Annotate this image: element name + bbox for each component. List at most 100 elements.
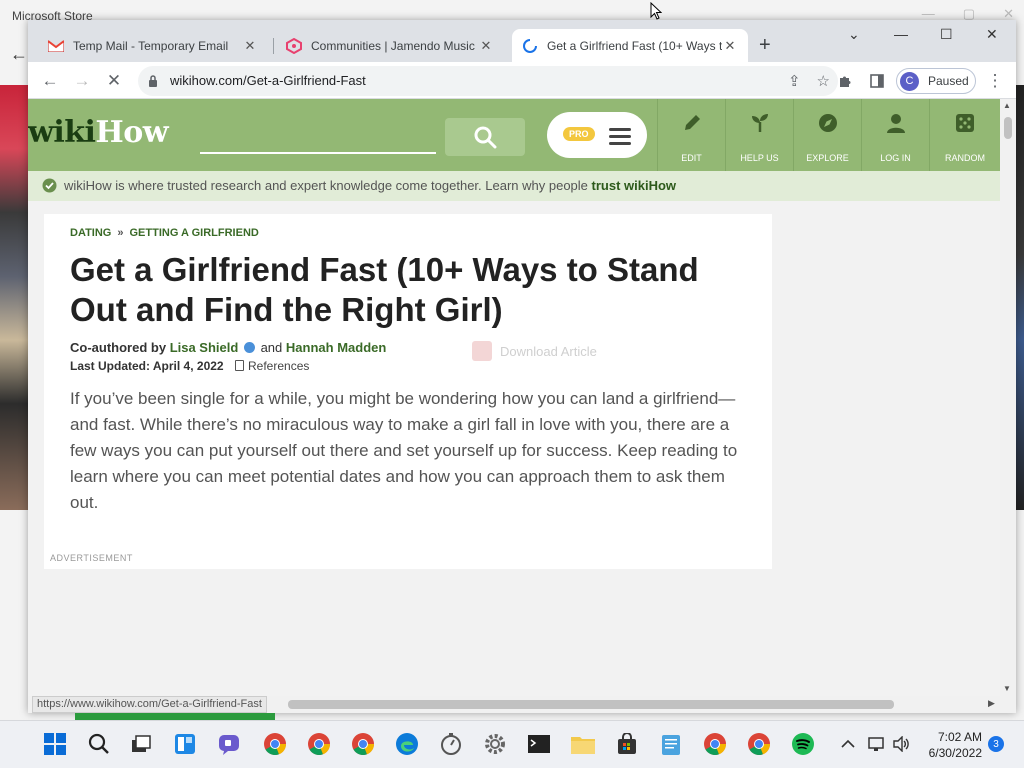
browser-toolbar: ← → ✕ wikihow.com/Get-a-Girlfriend-Fast … bbox=[28, 62, 1016, 99]
scroll-up-arrow-icon[interactable]: ▲ bbox=[1003, 101, 1011, 110]
close-window-icon[interactable]: ✕ bbox=[986, 26, 998, 43]
scroll-right-arrow-icon[interactable]: ▶ bbox=[988, 698, 995, 709]
wikihow-logo[interactable]: wikiHow bbox=[28, 115, 169, 150]
last-updated: Last Updated: April 4, 2022 bbox=[70, 359, 224, 373]
widgets-icon[interactable] bbox=[172, 731, 198, 757]
verified-badge-icon bbox=[243, 342, 255, 353]
extensions-puzzle-icon[interactable] bbox=[833, 69, 857, 93]
bookmark-star-icon[interactable]: ☆ bbox=[817, 72, 830, 90]
download-article-button[interactable]: Download Article bbox=[472, 341, 597, 361]
side-panel-icon[interactable] bbox=[865, 69, 889, 93]
notepad-icon[interactable] bbox=[658, 731, 684, 757]
advertisement-label: ADVERTISEMENT bbox=[50, 553, 133, 563]
notification-badge[interactable]: 3 bbox=[988, 736, 1004, 752]
back-button[interactable]: ← bbox=[38, 69, 62, 93]
stopwatch-app-icon[interactable] bbox=[438, 731, 464, 757]
system-clock[interactable]: 7:02 AM 6/30/2022 bbox=[920, 729, 982, 761]
profile-status: Paused bbox=[928, 74, 969, 88]
hover-url: https://www.wikihow.com/Get-a-Girlfriend… bbox=[32, 696, 267, 713]
references-link[interactable]: References bbox=[235, 359, 309, 373]
nav-random[interactable]: RANDOM bbox=[929, 99, 1000, 171]
pro-menu-button[interactable]: PRO bbox=[547, 112, 647, 158]
teams-chat-icon[interactable] bbox=[216, 731, 242, 757]
tab-separator bbox=[273, 38, 274, 54]
store-app-thumbnails-right bbox=[1016, 85, 1024, 510]
breadcrumb-getting-a-girlfriend[interactable]: GETTING A GIRLFRIEND bbox=[129, 227, 258, 239]
pencil-icon bbox=[681, 111, 703, 135]
minimize-icon[interactable]: — bbox=[894, 26, 908, 42]
new-tab-button[interactable]: + bbox=[759, 35, 771, 55]
edge-icon[interactable] bbox=[394, 731, 420, 757]
clock-time: 7:02 AM bbox=[937, 730, 982, 744]
search-icon[interactable] bbox=[86, 731, 112, 757]
menu-kebab-icon[interactable]: ⋮ bbox=[983, 69, 1007, 93]
tab-title: Temp Mail - Temporary Email bbox=[73, 38, 229, 53]
trust-banner: wikiHow is where trusted research and ex… bbox=[28, 171, 1000, 201]
lock-icon[interactable] bbox=[148, 74, 158, 92]
windows-start-icon[interactable] bbox=[42, 731, 68, 757]
share-icon[interactable]: ⇪ bbox=[788, 72, 801, 90]
task-view-icon[interactable] bbox=[128, 731, 154, 757]
search-button[interactable] bbox=[445, 118, 525, 156]
pro-badge: PRO bbox=[563, 127, 595, 141]
vertical-scrollbar[interactable]: ▲ ▼ bbox=[1000, 99, 1016, 696]
store-bag-icon[interactable] bbox=[614, 731, 640, 757]
close-tab-icon[interactable]: ✕ bbox=[722, 38, 738, 54]
user-icon bbox=[885, 111, 907, 135]
nav-help-us[interactable]: HELP US bbox=[725, 99, 793, 171]
maximize-icon[interactable]: ☐ bbox=[940, 26, 953, 43]
nav-explore[interactable]: EXPLORE bbox=[793, 99, 861, 171]
search-input[interactable] bbox=[200, 152, 436, 154]
check-circle-icon bbox=[42, 178, 57, 198]
trust-text: wikiHow is where trusted research and ex… bbox=[64, 178, 677, 193]
settings-gear-icon[interactable] bbox=[482, 731, 508, 757]
back-arrow-icon[interactable]: ← bbox=[10, 44, 28, 65]
horizontal-scrollbar-thumb[interactable] bbox=[288, 700, 894, 709]
spotify-icon[interactable] bbox=[790, 731, 816, 757]
search-icon bbox=[474, 126, 497, 149]
volume-icon[interactable] bbox=[890, 731, 912, 757]
profile-button[interactable]: C Paused bbox=[896, 68, 976, 94]
author-link[interactable]: Hannah Madden bbox=[286, 340, 386, 355]
stop-loading-button[interactable]: ✕ bbox=[102, 69, 126, 93]
address-bar[interactable]: wikihow.com/Get-a-Girlfriend-Fast ⇪ ☆ bbox=[138, 66, 838, 96]
jamendo-icon bbox=[286, 37, 302, 54]
chevron-up-icon[interactable] bbox=[838, 731, 858, 757]
nav-log-in[interactable]: LOG IN bbox=[861, 99, 929, 171]
avatar: C bbox=[900, 71, 919, 91]
tab-wikihow-active[interactable]: Get a Girlfriend Fast (10+ Ways t ✕ bbox=[512, 29, 748, 62]
terminal-icon[interactable] bbox=[526, 731, 552, 757]
scroll-down-arrow-icon[interactable]: ▼ bbox=[1003, 684, 1011, 693]
breadcrumb: DATING» GETTING A GIRLFRIEND bbox=[70, 227, 259, 239]
dice-icon bbox=[955, 111, 975, 135]
chrome-profile-icon[interactable] bbox=[306, 731, 332, 757]
tab-jamendo[interactable]: Communities | Jamendo Music | F ✕ bbox=[276, 29, 504, 62]
scrollbar-thumb[interactable] bbox=[1004, 117, 1012, 139]
chrome-icon[interactable] bbox=[262, 731, 288, 757]
book-icon bbox=[235, 360, 244, 371]
network-icon[interactable] bbox=[866, 731, 888, 757]
tab-strip: Temp Mail - Temporary Email ✕ Communitie… bbox=[28, 20, 1016, 62]
byline: Co-authored by Lisa Shield and Hannah Ma… bbox=[70, 340, 387, 355]
trust-wikihow-link[interactable]: trust wikiHow bbox=[592, 178, 677, 193]
url-text[interactable]: wikihow.com/Get-a-Girlfriend-Fast bbox=[170, 73, 366, 88]
chrome-profile-icon[interactable] bbox=[702, 731, 728, 757]
tab-search-chevron-icon[interactable]: ⌄ bbox=[848, 26, 860, 43]
chrome-icon[interactable] bbox=[746, 731, 772, 757]
tab-temp-mail[interactable]: Temp Mail - Temporary Email ✕ bbox=[38, 29, 268, 62]
chrome-profile-icon[interactable] bbox=[350, 731, 376, 757]
loading-spinner-icon bbox=[522, 38, 538, 54]
taskbar: 7:02 AM 6/30/2022 3 bbox=[0, 720, 1024, 768]
breadcrumb-dating[interactable]: DATING bbox=[70, 227, 111, 239]
store-app-thumbnails bbox=[0, 85, 28, 510]
sprout-icon bbox=[749, 111, 771, 135]
mouse-cursor-icon bbox=[650, 1, 663, 25]
nav-edit[interactable]: EDIT bbox=[657, 99, 725, 171]
author-link[interactable]: Lisa Shield bbox=[170, 340, 239, 355]
forward-button[interactable]: → bbox=[70, 69, 94, 93]
file-explorer-icon[interactable] bbox=[570, 731, 596, 757]
close-tab-icon[interactable]: ✕ bbox=[242, 38, 258, 54]
article-intro: If you’ve been single for a while, you m… bbox=[70, 389, 738, 512]
page-viewport: wikiHow PRO EDIT HELP US EXPLORE LOG IN … bbox=[28, 99, 1000, 696]
close-tab-icon[interactable]: ✕ bbox=[478, 38, 494, 54]
